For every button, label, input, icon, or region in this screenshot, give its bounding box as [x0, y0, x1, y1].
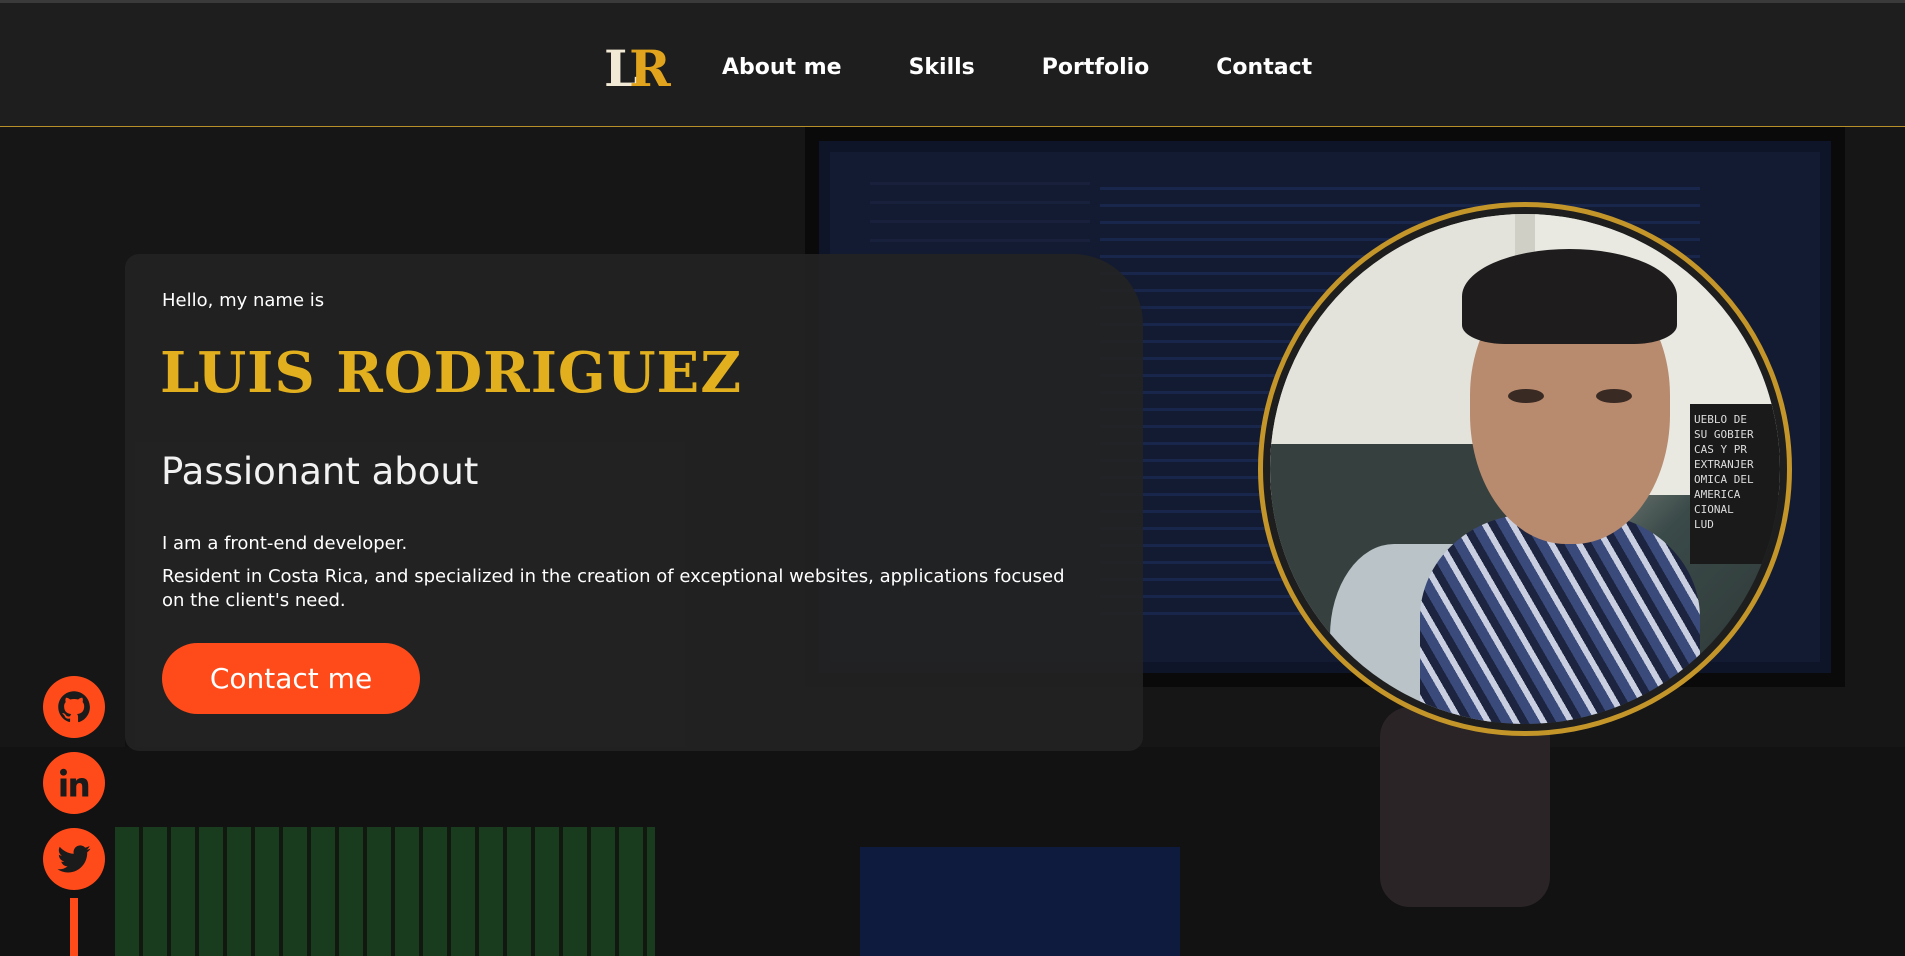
- background-mousepad: [860, 847, 1180, 956]
- nav-contact[interactable]: Contact: [1216, 51, 1312, 85]
- logo-letter-r: R: [629, 39, 670, 98]
- photo-scarf: [1420, 514, 1700, 724]
- background-keyboard: [115, 827, 655, 956]
- social-divider-line: [70, 898, 78, 956]
- greeting-text: Hello, my name is: [162, 290, 325, 311]
- tagline: Passionant about: [161, 450, 479, 493]
- photo-eye: [1508, 389, 1544, 403]
- profile-photo: UEBLO DE SU GOBIER CAS Y PR EXTRANJER OM…: [1258, 202, 1792, 736]
- background-speaker: [1380, 707, 1550, 907]
- profile-photo-image: UEBLO DE SU GOBIER CAS Y PR EXTRANJER OM…: [1270, 214, 1780, 724]
- logo[interactable]: LR: [604, 41, 680, 97]
- site-header: LR About me Skills Portfolio Contact: [0, 3, 1905, 127]
- photo-eye: [1596, 389, 1632, 403]
- contact-me-button[interactable]: Contact me: [162, 643, 420, 714]
- name-heading: LUIS RODRIGUEZ: [160, 340, 743, 406]
- nav-about-me[interactable]: About me: [722, 51, 842, 85]
- main-nav: About me Skills Portfolio Contact: [722, 51, 1312, 85]
- photo-hair: [1462, 249, 1677, 344]
- photo-sign: UEBLO DE SU GOBIER CAS Y PR EXTRANJER OM…: [1690, 404, 1780, 564]
- github-link[interactable]: [43, 676, 105, 738]
- linkedin-icon: [60, 768, 89, 797]
- twitter-icon: [57, 845, 91, 873]
- description-line-2: Resident in Costa Rica, and specialized …: [162, 566, 1065, 611]
- github-icon: [58, 691, 90, 723]
- nav-skills[interactable]: Skills: [909, 51, 975, 85]
- twitter-link[interactable]: [43, 828, 105, 890]
- description-line-1: I am a front-end developer.: [162, 533, 408, 554]
- linkedin-link[interactable]: [43, 752, 105, 814]
- nav-portfolio[interactable]: Portfolio: [1042, 51, 1150, 85]
- logo-letter-l: L: [604, 39, 639, 98]
